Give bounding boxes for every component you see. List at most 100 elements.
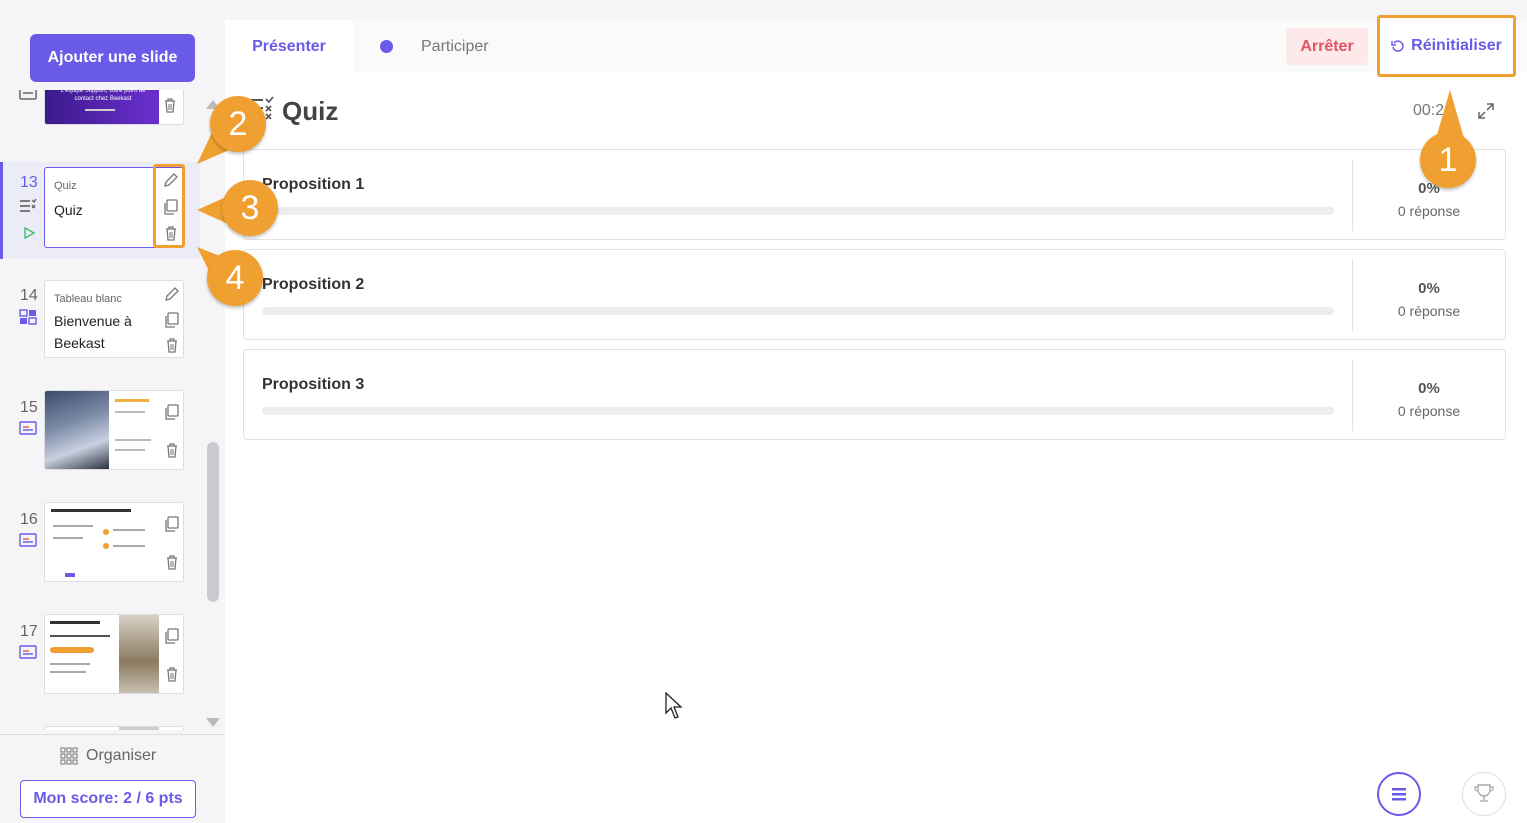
main-panel: Présenter Participer Arrêter Réinitialis… — [225, 15, 1527, 823]
topbar: Présenter Participer Arrêter Réinitialis… — [225, 15, 1527, 77]
slide-card[interactable]: L'équipe Support, votre point de contact… — [44, 90, 184, 125]
answer-progress-bar — [262, 407, 1334, 415]
tab-participate[interactable]: Participer — [421, 38, 489, 56]
duplicate-icon[interactable] — [162, 198, 180, 216]
slide-card[interactable] — [44, 390, 184, 470]
answer-label: Proposition 3 — [262, 376, 365, 393]
slide-thumbnail-text — [109, 391, 159, 469]
slide-number: 13 — [20, 174, 38, 191]
slide-type-label: Tableau blanc — [54, 293, 122, 305]
trash-icon[interactable] — [163, 441, 181, 459]
quiz-list-icon — [20, 198, 37, 212]
sidebar-footer: Organiser Mon score: 2 / 6 pts — [0, 734, 225, 823]
sidebar: Ajouter une slide L'équipe Support, votr… — [0, 0, 225, 823]
grid-icon — [60, 747, 78, 765]
slide-item-16[interactable]: 16 — [0, 499, 200, 599]
duplicate-icon[interactable] — [163, 515, 181, 533]
slide-number: 15 — [20, 399, 38, 416]
answer-row: Proposition 3 0% 0 réponse — [243, 349, 1506, 440]
callout-badge-2: 2 — [210, 96, 266, 152]
callout-badge-1: 1 — [1420, 132, 1476, 188]
thumbnail-line — [53, 525, 93, 527]
trash-icon[interactable] — [161, 96, 179, 114]
divider — [1352, 359, 1353, 431]
slide-list: L'équipe Support, votre point de contact… — [0, 90, 200, 730]
thumbnail-line — [50, 621, 100, 624]
reset-label: Réinitialiser — [1411, 37, 1502, 54]
presentation-icon — [19, 90, 37, 100]
organise-label: Organiser — [86, 747, 157, 764]
thumbnail-badge — [50, 647, 94, 653]
thumbnail-dot — [103, 543, 109, 549]
thumbnail-line — [51, 509, 131, 512]
answer-count: 0 réponse — [1397, 403, 1461, 419]
list-icon — [1392, 788, 1406, 801]
thumbnail-text: L'équipe Support, votre point de contact… — [60, 90, 146, 102]
slide-item-14[interactable]: 14 Tableau blanc Bienvenue à Beekast — [0, 275, 200, 375]
answer-progress-bar — [262, 207, 1334, 215]
duplicate-icon[interactable] — [163, 311, 181, 329]
callout-badge-3: 3 — [222, 180, 278, 236]
thumbnail-line — [53, 537, 83, 539]
slide-thumbnail: L'équipe Support, votre point de contact… — [45, 90, 159, 124]
thumbnail-line — [115, 411, 145, 413]
slide-card[interactable] — [44, 502, 184, 582]
scroll-down-arrow[interactable] — [206, 718, 220, 727]
reset-icon — [1391, 40, 1404, 52]
slide-card[interactable] — [44, 726, 184, 730]
slide-item-17[interactable]: 17 — [0, 611, 200, 711]
slide-card[interactable]: Tableau blanc Bienvenue à Beekast — [44, 280, 184, 358]
thumbnail-line — [85, 109, 115, 111]
add-slide-button[interactable]: Ajouter une slide — [30, 34, 195, 82]
slide-thumbnail-photo — [45, 391, 109, 469]
slide-item-12[interactable]: L'équipe Support, votre point de contact… — [0, 90, 200, 140]
score-button[interactable]: Mon score: 2 / 6 pts — [20, 780, 196, 818]
answer-count: 0 réponse — [1397, 203, 1461, 219]
trash-icon[interactable] — [163, 553, 181, 571]
reset-button[interactable]: Réinitialiser — [1377, 15, 1516, 77]
slide-item-18[interactable]: 18 — [0, 723, 200, 730]
slide-item-13[interactable]: 13 Quiz Quiz — [0, 162, 200, 259]
edit-icon[interactable] — [162, 171, 180, 189]
thumbnail-dot — [103, 529, 109, 535]
slide-item-15[interactable]: 15 — [0, 387, 200, 487]
slide-thumbnail-text — [45, 615, 119, 693]
trash-icon[interactable] — [163, 336, 181, 354]
slide-number: 14 — [20, 287, 38, 304]
divider — [1352, 259, 1353, 331]
duplicate-icon[interactable] — [163, 403, 181, 421]
slide-number: 17 — [20, 623, 38, 640]
tab-present[interactable]: Présenter — [225, 20, 353, 73]
trash-icon[interactable] — [163, 665, 181, 683]
divider — [1352, 159, 1353, 231]
slide-title: Quiz — [54, 202, 83, 218]
thumbnail-line — [50, 671, 86, 673]
presentation-icon — [19, 645, 37, 659]
trophy-icon — [1474, 784, 1494, 802]
activity-title: Quiz — [282, 96, 339, 126]
trash-icon[interactable] — [162, 224, 180, 242]
thumbnail-line — [50, 635, 110, 637]
leaderboard-button[interactable] — [1462, 772, 1506, 816]
answer-count: 0 réponse — [1397, 303, 1461, 319]
participate-status-dot — [380, 40, 393, 53]
slide-type-label: Quiz — [54, 180, 77, 192]
thumbnail-line — [115, 399, 149, 402]
thumbnail-line — [115, 449, 145, 451]
scrollbar-thumb[interactable] — [207, 442, 219, 602]
presentation-icon — [19, 421, 37, 435]
organise-button[interactable]: Organiser — [60, 747, 156, 765]
answer-label: Proposition 1 — [262, 176, 365, 193]
results-list-button[interactable] — [1377, 772, 1421, 816]
stop-button[interactable]: Arrêter — [1286, 28, 1368, 65]
play-icon[interactable] — [22, 226, 36, 240]
edit-icon[interactable] — [163, 285, 181, 303]
answer-label: Proposition 2 — [262, 276, 365, 293]
duplicate-icon[interactable] — [163, 627, 181, 645]
thumbnail-line — [113, 545, 145, 547]
slide-card[interactable] — [44, 614, 184, 694]
slide-thumbnail-photo — [119, 615, 159, 693]
callout-badge-4: 4 — [207, 250, 263, 306]
slide-number: 16 — [20, 511, 38, 528]
whiteboard-icon — [19, 309, 37, 325]
